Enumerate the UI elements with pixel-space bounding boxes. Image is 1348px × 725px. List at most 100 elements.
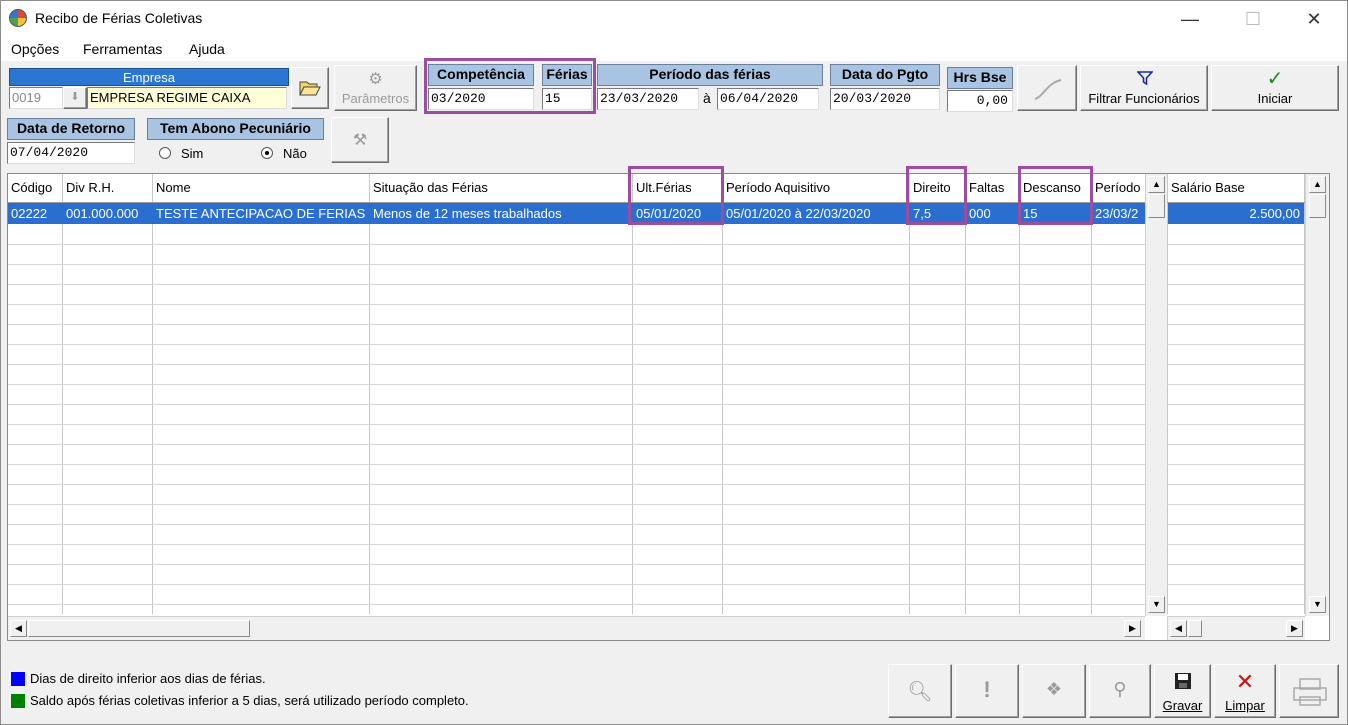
cell-nome[interactable]: TESTE ANTECIPACAO DE FERIAS — [153, 203, 369, 224]
col-header-ult-ferias[interactable]: Ult.Férias — [633, 174, 722, 202]
search-person-button[interactable]: ⚲ — [1089, 664, 1151, 718]
window-title: Recibo de Férias Coletivas — [35, 10, 203, 26]
col-header-div-rh[interactable]: Div R.H. — [63, 174, 152, 202]
col-header-codigo[interactable]: Código — [8, 174, 62, 202]
iniciar-button[interactable]: ✓ Iniciar — [1211, 65, 1339, 111]
window: Recibo de Férias Coletivas — ☐ ✕ Opções … — [0, 0, 1348, 725]
scroll-right-arrow[interactable]: ▶ — [1124, 620, 1141, 637]
abono-header: Tem Abono Pecuniário — [147, 118, 324, 140]
filter-icon — [1137, 71, 1153, 86]
scroll-thumb[interactable] — [1148, 194, 1165, 218]
left-pane-vscroll[interactable]: ▲ ▼ — [1145, 174, 1167, 616]
cell-faltas[interactable]: 000 — [966, 203, 1019, 224]
x-icon: ✕ — [1235, 669, 1255, 694]
competencia-field[interactable]: 03/2020 — [428, 88, 534, 110]
scroll-up-arrow[interactable]: ▲ — [1309, 176, 1326, 193]
periodo-fim-field[interactable]: 06/04/2020 — [717, 88, 819, 110]
checkmark-icon: ✓ — [1266, 68, 1284, 90]
col-header-salario-base[interactable]: Salário Base — [1168, 174, 1304, 202]
col-header-nome[interactable]: Nome — [153, 174, 369, 202]
abono-sim-radio[interactable] — [159, 147, 171, 159]
parametros-button[interactable]: ⚙ Parâmetros — [334, 65, 417, 111]
cell-div-rh[interactable]: 001.000.000 — [63, 203, 152, 224]
retorno-header: Data de Retorno — [7, 118, 135, 140]
menu-bar: Opções Ferramentas Ajuda — [1, 37, 1347, 61]
cell-ult-ferias[interactable]: 05/01/2020 — [633, 203, 722, 224]
printer-icon — [1293, 678, 1327, 706]
legend-text-direito: Dias de direito inferior aos dias de fér… — [30, 671, 266, 686]
ferias-field[interactable]: 15 — [542, 88, 592, 110]
pgto-header: Data do Pgto — [830, 64, 940, 86]
scroll-thumb[interactable] — [1309, 194, 1326, 218]
parameters-icon: ⚙ — [368, 71, 383, 88]
left-pane-hscroll[interactable]: ◀ ▶ — [8, 616, 1145, 640]
periodo-inicio-field[interactable]: 23/03/2020 — [597, 88, 699, 110]
filtrar-funcionarios-button[interactable]: Filtrar Funcionários — [1080, 65, 1208, 111]
col-header-faltas[interactable]: Faltas — [966, 174, 1019, 202]
right-pane-hscroll[interactable]: ◀ ▶ — [1167, 616, 1305, 640]
abono-nao-radio[interactable] — [261, 147, 273, 159]
cell-salario-base[interactable]: 2.500,00 — [1168, 203, 1304, 224]
col-header-periodo[interactable]: Período — [1092, 174, 1145, 202]
menu-ferramentas[interactable]: Ferramentas — [83, 41, 162, 57]
scroll-right-arrow[interactable]: ▶ — [1286, 620, 1303, 637]
print-button[interactable] — [1279, 664, 1339, 718]
retorno-field[interactable]: 07/04/2020 — [7, 142, 135, 164]
menu-ajuda[interactable]: Ajuda — [189, 41, 225, 57]
preview-icon: 🔍︎ — [907, 681, 933, 703]
app-icon — [9, 9, 27, 27]
warning-button[interactable]: ! — [955, 664, 1019, 718]
legend-color-green — [11, 694, 25, 708]
dropdown-arrow-icon[interactable]: ⬇ — [63, 87, 87, 109]
empresa-code-field[interactable]: 0019 — [9, 87, 63, 109]
folder-open-icon — [299, 81, 321, 96]
minimize-button[interactable]: — — [1167, 1, 1213, 37]
hscroll-thumb[interactable] — [28, 620, 250, 637]
cell-direito[interactable]: 7,5 — [910, 203, 965, 224]
diamond-icon: ❖ — [1045, 679, 1063, 699]
open-folder-button[interactable] — [291, 67, 329, 109]
ferias-header: Férias — [542, 64, 592, 86]
pgto-field[interactable]: 20/03/2020 — [830, 88, 940, 110]
person-search-icon: ⚲ — [1113, 679, 1127, 699]
cell-descanso[interactable]: 15 — [1020, 203, 1091, 224]
gravar-button[interactable]: Gravar — [1154, 664, 1211, 718]
empresa-header: Empresa — [9, 68, 289, 86]
limpar-button[interactable]: ✕ Limpar — [1214, 664, 1276, 718]
col-header-situacao[interactable]: Situação das Férias — [370, 174, 632, 202]
col-header-descanso[interactable]: Descanso — [1020, 174, 1091, 202]
legend-color-blue — [11, 672, 25, 686]
competencia-header: Competência — [428, 64, 534, 86]
abono-nao-label: Não — [283, 146, 307, 161]
curve-tool-button[interactable] — [1017, 65, 1077, 111]
menu-opcoes[interactable]: Opções — [11, 41, 59, 57]
title-bar: Recibo de Férias Coletivas — ☐ ✕ — [1, 1, 1347, 37]
scroll-left-arrow[interactable]: ◀ — [10, 620, 27, 637]
scroll-left-arrow[interactable]: ◀ — [1170, 620, 1187, 637]
preview-button[interactable]: 🔍︎ — [888, 664, 952, 718]
cell-periodo[interactable]: 23/03/2 — [1092, 203, 1145, 224]
save-icon — [1175, 673, 1191, 689]
abono-tool-button[interactable]: ⚒ — [331, 117, 389, 163]
scroll-up-arrow[interactable]: ▲ — [1148, 176, 1165, 193]
hrs-field[interactable]: 0,00 — [947, 90, 1013, 112]
cell-codigo[interactable]: 02222 — [8, 203, 62, 224]
cell-situacao[interactable]: Menos de 12 meses trabalhados — [370, 203, 632, 224]
col-header-periodo-aquisitivo[interactable]: Período Aquisitivo — [723, 174, 909, 202]
right-pane-vscroll[interactable]: ▲ ▼ — [1305, 174, 1329, 616]
hrs-header: Hrs Bse — [947, 67, 1013, 89]
scroll-down-arrow[interactable]: ▼ — [1309, 596, 1326, 613]
col-header-direito[interactable]: Direito — [910, 174, 965, 202]
abono-sim-label: Sim — [181, 146, 204, 161]
cell-periodo-aquisitivo[interactable]: 05/01/2020 à 22/03/2020 — [723, 203, 909, 224]
exclamation-icon: ! — [983, 677, 991, 702]
config-button[interactable]: ❖ — [1022, 664, 1086, 718]
scroll-down-arrow[interactable]: ▼ — [1148, 596, 1165, 613]
empresa-name-field[interactable]: EMPRESA REGIME CAIXA — [87, 87, 287, 109]
periodo-header: Período das férias — [597, 64, 823, 86]
maximize-button[interactable]: ☐ — [1230, 1, 1276, 37]
periodo-separator: à — [703, 90, 711, 106]
hscroll-thumb[interactable] — [1188, 620, 1202, 637]
funcionarios-grid: Código Div R.H. Nome Situação das Férias… — [7, 173, 1330, 641]
close-button[interactable]: ✕ — [1291, 1, 1337, 37]
